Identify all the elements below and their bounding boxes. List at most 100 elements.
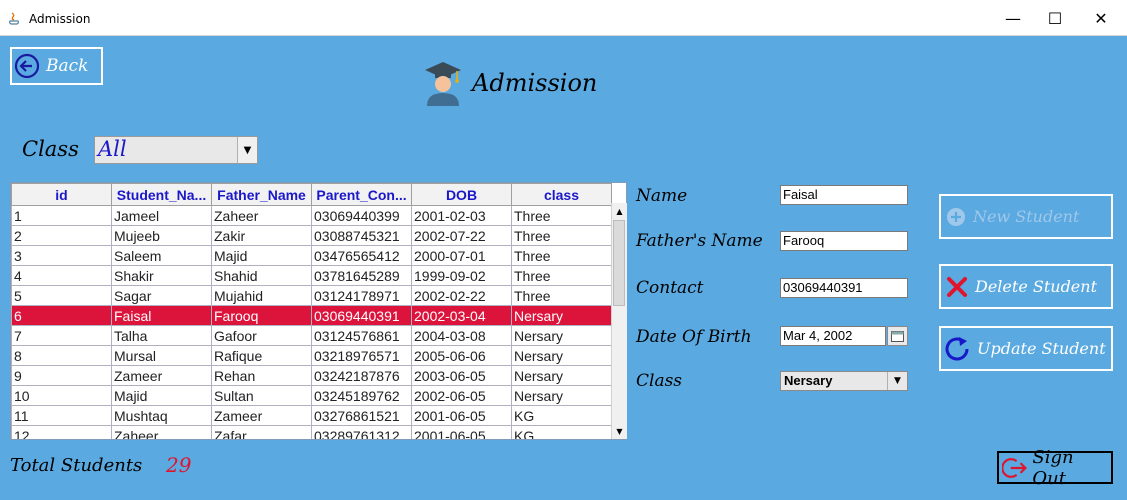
table-cell: Zaheer [211,205,312,226]
table-cell: Saleem [111,245,212,266]
contact-field[interactable]: 03069440391 [780,278,908,298]
table-cell: 2001-06-05 [411,405,512,426]
table-row[interactable]: 9 Zameer Rehan 03242187876 2003-06-05 Nersary [11,365,612,386]
table-cell: Gafoor [211,325,312,346]
update-student-button[interactable]: Update Student [939,326,1113,371]
table-cell: 4 [11,265,112,286]
table-cell: 03124576861 [311,325,412,346]
father-name-field[interactable]: Farooq [780,231,908,251]
calendar-icon[interactable] [887,326,908,346]
table-row[interactable]: 3 Saleem Majid 03476565412 2000-07-01 Three [11,245,612,266]
delete-icon [947,276,967,297]
new-student-label: New Student [973,207,1080,226]
table-cell: 2002-02-22 [411,285,512,306]
class-dropdown-value: Nersary [784,373,833,388]
table-cell: Three [511,285,612,306]
table-cell: Rehan [211,365,312,386]
table-cell: Three [511,265,612,286]
column-header[interactable]: DOB [411,183,512,206]
table-scrollbar[interactable]: ▲ ▼ [611,203,627,439]
chevron-down-icon[interactable]: ▼ [237,137,257,163]
back-button-label: Back [46,56,89,76]
table-row[interactable]: 2 Mujeeb Zakir 03088745321 2002-07-22 Three [11,225,612,246]
table-row[interactable]: 11 Mushtaq Zameer 03276861521 2001-06-05 KG [11,405,612,426]
table-cell: Nersary [511,365,612,386]
table-cell: 03476565412 [311,245,412,266]
class-filter-label: Class [22,137,79,161]
delete-student-button[interactable]: Delete Student [939,264,1113,309]
table-row[interactable]: 8 Mursal Rafique 03218976571 2005-06-06 Nersa… [11,345,612,366]
table-cell: 5 [11,285,112,306]
column-header[interactable]: Parent_Con... [311,183,412,206]
column-header[interactable]: Father_Name [211,183,312,206]
table-row[interactable]: 1 Jameel Zaheer 03069440399 2001-02-03 Three [11,205,612,226]
table-cell: Majid [111,385,212,406]
sign-out-label: Sign Out [1032,446,1074,489]
table-cell: 11 [11,405,112,426]
scroll-up-icon[interactable]: ▲ [612,203,627,219]
column-header[interactable]: id [11,183,112,206]
table-cell: Zafar [211,425,312,439]
table-cell: 2001-02-03 [411,205,512,226]
table-cell: 9 [11,365,112,386]
table-row[interactable]: 12 Zaheer Zafar 03289761312 2001-06-05 KG [11,425,612,439]
chevron-down-icon[interactable]: ▼ [887,372,907,390]
dob-field[interactable]: Mar 4, 2002 [780,326,886,346]
table-cell: Nersary [511,305,612,326]
column-header[interactable]: Student_Na... [111,183,212,206]
total-students-label: Total Students [10,455,143,476]
sign-out-button[interactable]: Sign Out [997,447,1113,489]
graduate-icon [425,62,461,106]
table-cell: Rafique [211,345,312,366]
table-cell: 2002-03-04 [411,305,512,326]
table-cell: Zameer [211,405,312,426]
table-row[interactable]: 4 Shakir Shahid 03781645289 1999-09-02 Three [11,265,612,286]
table-cell: 03218976571 [311,345,412,366]
close-button[interactable]: ✕ [1078,0,1124,36]
name-field[interactable]: Faisal [780,185,908,205]
name-label: Name [636,186,688,206]
new-student-button[interactable]: New Student [939,194,1113,239]
class-dropdown[interactable]: Nersary ▼ [780,371,908,391]
minimize-button[interactable]: — [990,0,1036,36]
update-student-label: Update Student [977,339,1106,358]
table-cell: Mujeeb [111,225,212,246]
table-cell: 2001-06-05 [411,425,512,439]
add-icon [947,207,965,226]
contact-label: Contact [636,278,704,298]
table-cell: Zameer [111,365,212,386]
table-cell: 3 [11,245,112,266]
table-cell: Sultan [211,385,312,406]
table-cell: 03088745321 [311,225,412,246]
maximize-button[interactable]: ☐ [1032,0,1078,36]
table-cell: Mushtaq [111,405,212,426]
table-cell: Zaheer [111,425,212,439]
table-row[interactable]: 10 Majid Sultan 03245189762 2002-06-05 Nersar… [11,385,612,406]
refresh-icon [945,336,969,360]
class-filter-dropdown[interactable]: All ▼ [94,136,258,164]
column-header[interactable]: class [511,183,612,206]
table-cell: Zakir [211,225,312,246]
table-cell: 6 [11,305,112,326]
java-app-icon [9,12,19,25]
table-row[interactable]: 7 Talha Gafoor 03124576861 2004-03-08 Nersary [11,325,612,346]
calendar-glyph [891,330,904,342]
scroll-thumb[interactable] [613,220,625,306]
table-cell: 2004-03-08 [411,325,512,346]
table-cell: Three [511,245,612,266]
table-cell: Nersary [511,385,612,406]
back-button[interactable]: Back [10,47,103,85]
table-cell: KG [511,405,612,426]
table-cell: 03242187876 [311,365,412,386]
table-cell: 1999-09-02 [411,265,512,286]
table-cell: Mujahid [211,285,312,306]
table-cell: Faisal [111,305,212,326]
table-cell: 2002-07-22 [411,225,512,246]
table-row[interactable]: 5 Sagar Mujahid 03124178971 2002-02-22 Three [11,285,612,306]
window-title: Admission [29,12,91,26]
table-row[interactable]: 6 Faisal Farooq 03069440391 2002-03-04 Nersar… [11,305,612,326]
table-cell: 03289761312 [311,425,412,439]
table-cell: 8 [11,345,112,366]
scroll-down-icon[interactable]: ▼ [612,423,627,439]
table-cell: 2 [11,225,112,246]
